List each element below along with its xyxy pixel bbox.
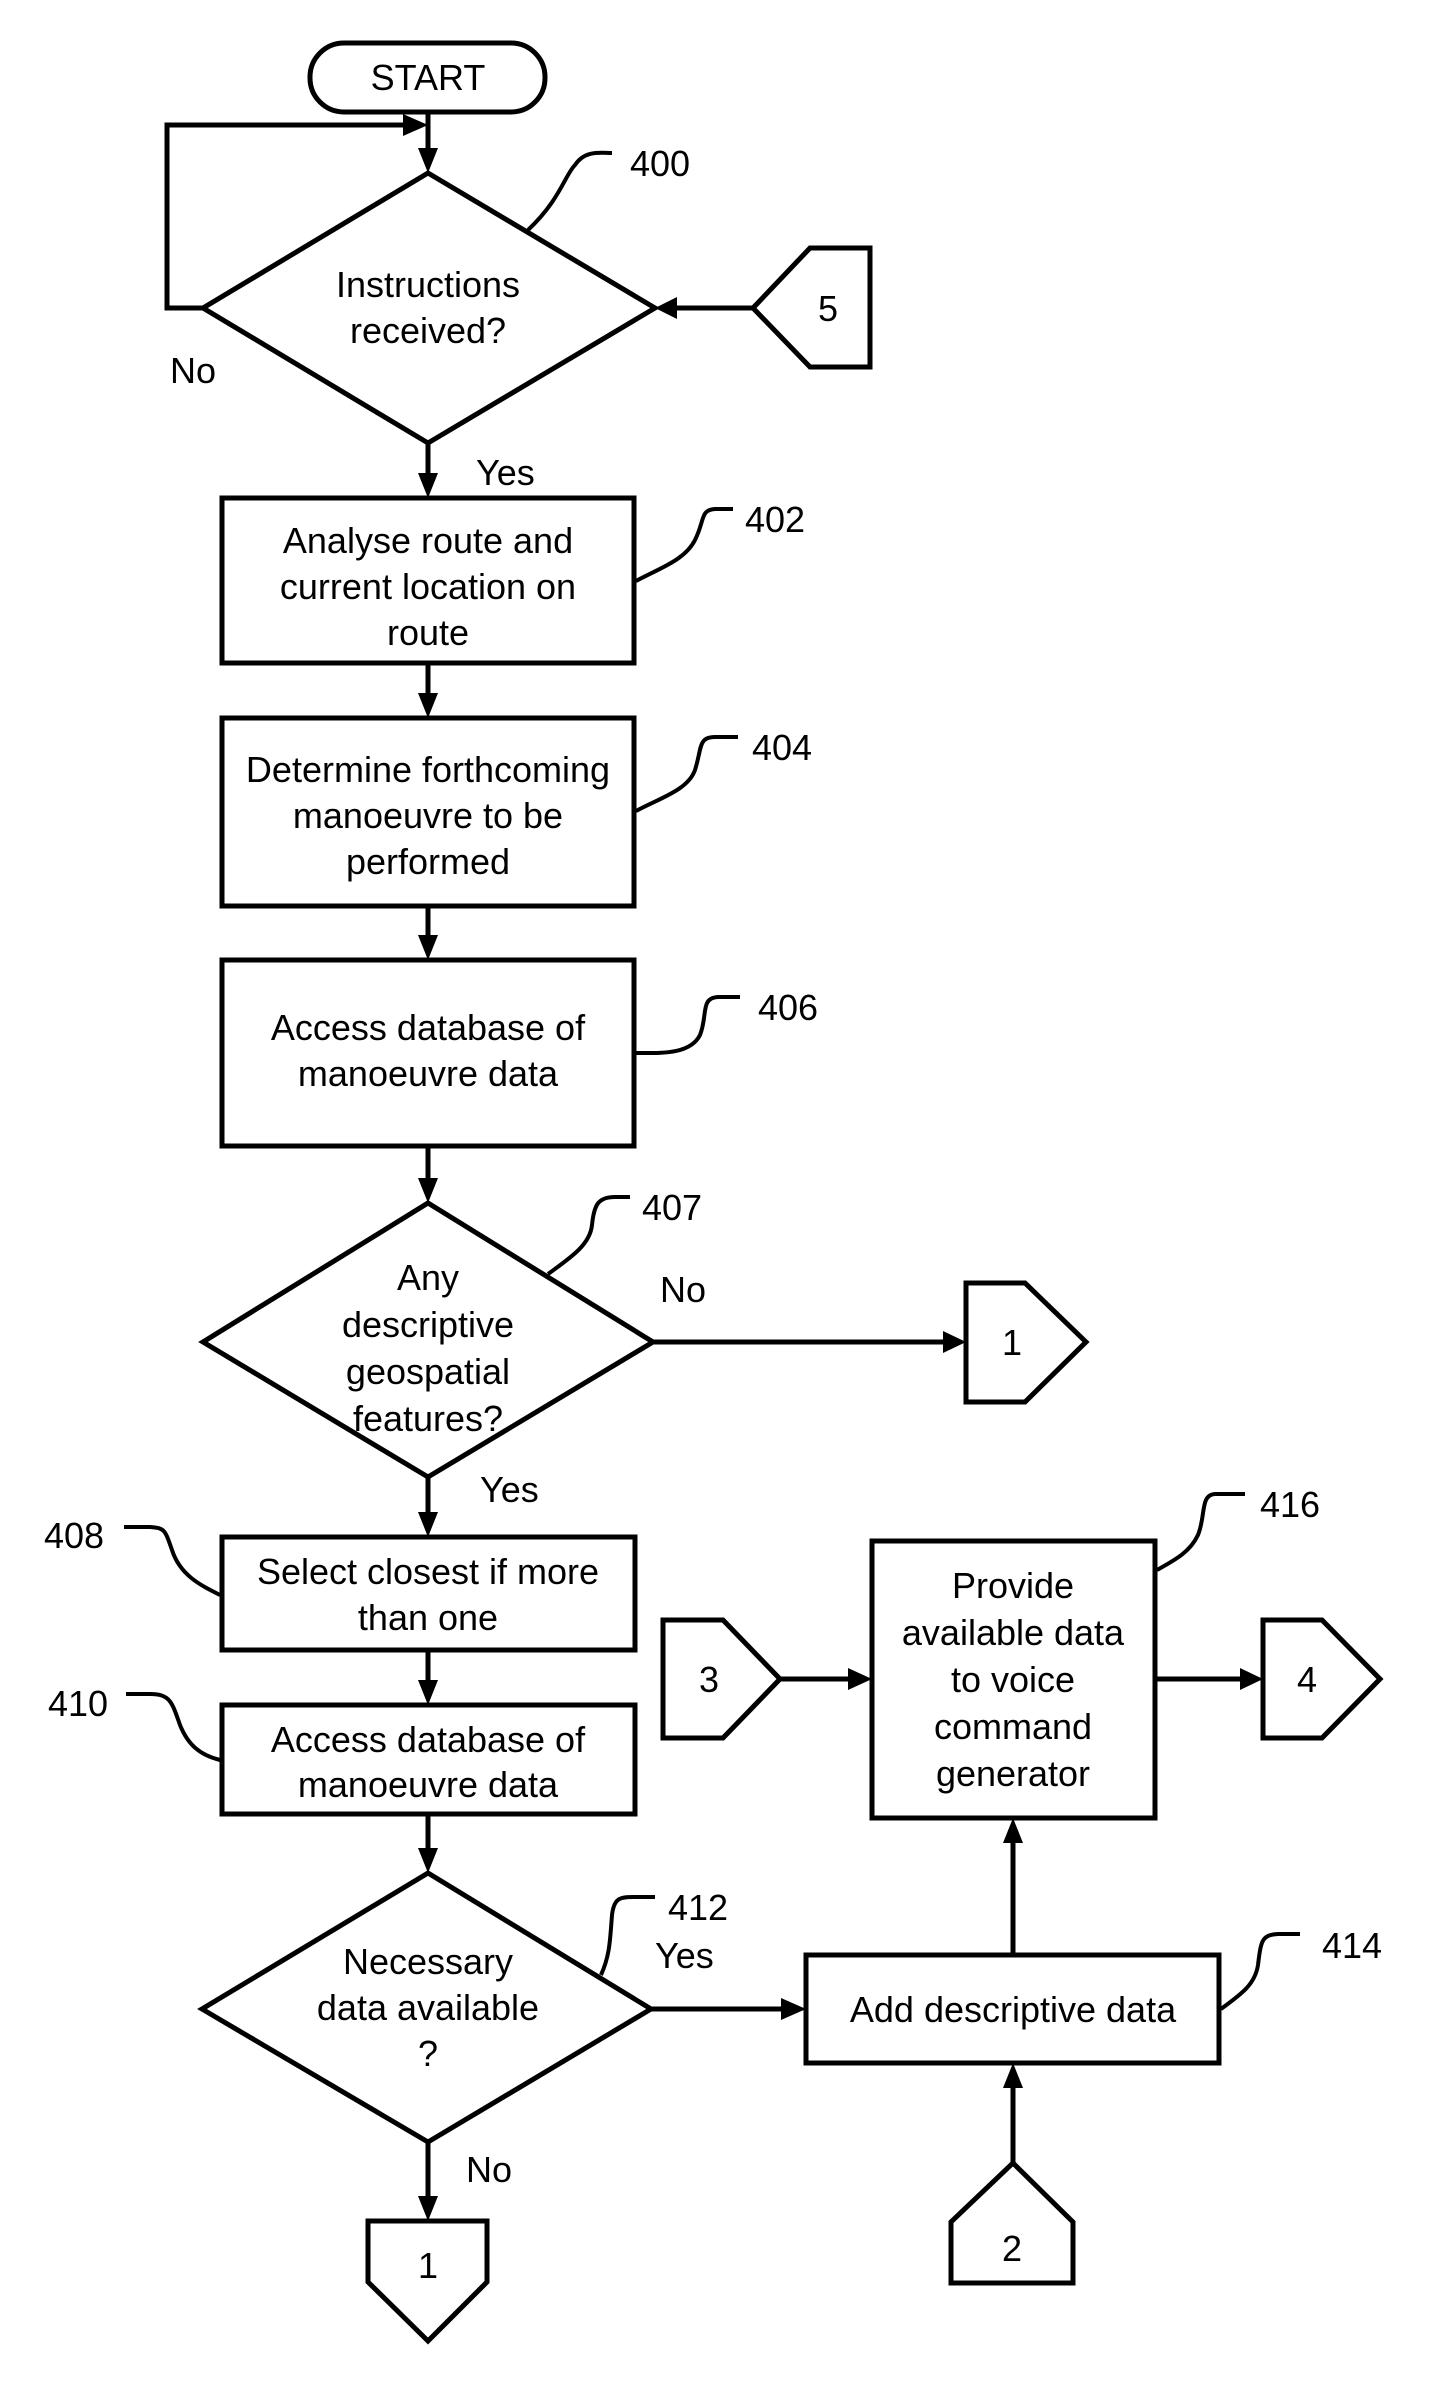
arrowhead [1240, 1668, 1263, 1690]
arrowhead [418, 1512, 438, 1537]
ref-label-404: 404 [752, 727, 812, 768]
process-408-line-2: than one [358, 1597, 498, 1638]
ref-leader-410 [126, 1692, 221, 1762]
process-410-line-2: manoeuvre data [298, 1764, 559, 1805]
arrowhead [418, 2196, 438, 2221]
process-416: Provide available data to voice command … [869, 1538, 1158, 1821]
decision-407-line-3: geospatial [346, 1351, 510, 1392]
process-406-line-2: manoeuvre data [298, 1053, 559, 1094]
arrowhead [943, 1331, 966, 1353]
edge-label-412-no: No [466, 2149, 512, 2190]
start-terminator: START [307, 40, 548, 115]
arrowhead [418, 1848, 438, 1873]
process-416-line-2: available data [902, 1612, 1125, 1653]
process-406-line-1: Access database of [271, 1007, 586, 1048]
process-404-line-1: Determine forthcoming [246, 749, 610, 790]
arrowhead [1003, 1818, 1023, 1843]
decision-412-line-3: ? [418, 2033, 438, 2074]
connector-3-label: 3 [699, 1659, 719, 1700]
connector-2-label: 2 [1002, 2228, 1022, 2269]
process-402-line-2: current location on [280, 566, 576, 607]
arrowhead [781, 1998, 806, 2020]
ref-label-400: 400 [630, 143, 690, 184]
connector-2: 2 [948, 2159, 1076, 2286]
connector-5-label: 5 [818, 288, 838, 329]
process-404-line-2: manoeuvre to be [293, 795, 563, 836]
decision-407-line-1: Any [397, 1257, 459, 1298]
edge-label-407-yes: Yes [480, 1469, 539, 1510]
process-404-line-3: performed [346, 841, 510, 882]
ref-label-414: 414 [1322, 1925, 1382, 1966]
ref-label-410: 410 [48, 1683, 108, 1724]
decision-412-line-1: Necessary [343, 1941, 513, 1982]
connector-1-right-label: 1 [1002, 1322, 1022, 1363]
edge-label-412-yes: Yes [655, 1935, 714, 1976]
connector-4: 4 [1260, 1617, 1384, 1741]
flowchart: START Instructions received? No Yes 400 … [44, 40, 1384, 2345]
arrowhead [418, 1680, 438, 1705]
process-416-line-3: to voice [951, 1659, 1075, 1700]
decision-407-line-2: descriptive [342, 1304, 514, 1345]
start-label: START [371, 57, 486, 98]
process-406: Access database of manoeuvre data [219, 957, 637, 1149]
ref-leader-414 [1219, 1932, 1300, 2011]
arrowhead [655, 297, 677, 319]
process-416-line-1: Provide [952, 1565, 1074, 1606]
arrowhead [403, 114, 428, 136]
process-410: Access database of manoeuvre data [219, 1702, 638, 1817]
ref-label-402: 402 [745, 499, 805, 540]
arrowhead [418, 148, 438, 173]
ref-leader-406 [635, 995, 740, 1056]
decision-412: Necessary data available ? [197, 1870, 656, 2145]
decision-400-line-1: Instructions [336, 264, 520, 305]
process-414-line-1: Add descriptive data [850, 1989, 1177, 2030]
process-408-line-1: Select closest if more [257, 1551, 599, 1592]
process-408: Select closest if more than one [219, 1534, 638, 1653]
connector-1-bottom: 1 [365, 2218, 490, 2345]
connector-5: 5 [749, 245, 873, 370]
edge-label-400-no: No [170, 350, 216, 391]
edge-label-400-yes: Yes [476, 452, 535, 493]
ref-label-408: 408 [44, 1515, 104, 1556]
process-410-line-1: Access database of [271, 1719, 586, 1760]
arrowhead [418, 935, 438, 960]
connector-4-label: 4 [1297, 1659, 1317, 1700]
ref-label-412: 412 [668, 1887, 728, 1928]
arrowhead [418, 693, 438, 718]
process-404: Determine forthcoming manoeuvre to be pe… [219, 715, 637, 909]
connector-1-right: 1 [963, 1280, 1090, 1405]
ref-leader-402 [635, 507, 733, 583]
ref-leader-412 [599, 1895, 655, 1976]
decision-407-line-4: features? [353, 1398, 503, 1439]
process-416-line-5: generator [936, 1753, 1090, 1794]
arrowhead [418, 1178, 438, 1203]
ref-leader-407 [546, 1195, 630, 1276]
ref-leader-400 [526, 150, 613, 232]
process-414: Add descriptive data [803, 1952, 1222, 2066]
ref-label-406: 406 [758, 987, 818, 1028]
edge-label-407-no: No [660, 1269, 706, 1310]
ref-label-407: 407 [642, 1187, 702, 1228]
decision-400-line-2: received? [350, 310, 506, 351]
process-416-line-4: command [934, 1706, 1092, 1747]
ref-leader-416 [1156, 1492, 1245, 1572]
process-402-line-1: Analyse route and [283, 520, 573, 561]
ref-label-416: 416 [1260, 1484, 1320, 1525]
decision-412-line-2: data available [317, 1987, 539, 2028]
arrowhead [418, 473, 438, 498]
ref-leader-404 [635, 735, 738, 813]
connector-1-bottom-label: 1 [418, 2245, 438, 2286]
process-402: Analyse route and current location on ro… [219, 495, 637, 666]
connector-3: 3 [660, 1617, 784, 1741]
arrowhead [1003, 2063, 1023, 2088]
decision-400: Instructions received? [198, 170, 660, 446]
ref-leader-408 [124, 1525, 221, 1597]
arrowhead [848, 1668, 872, 1690]
process-402-line-3: route [387, 612, 469, 653]
